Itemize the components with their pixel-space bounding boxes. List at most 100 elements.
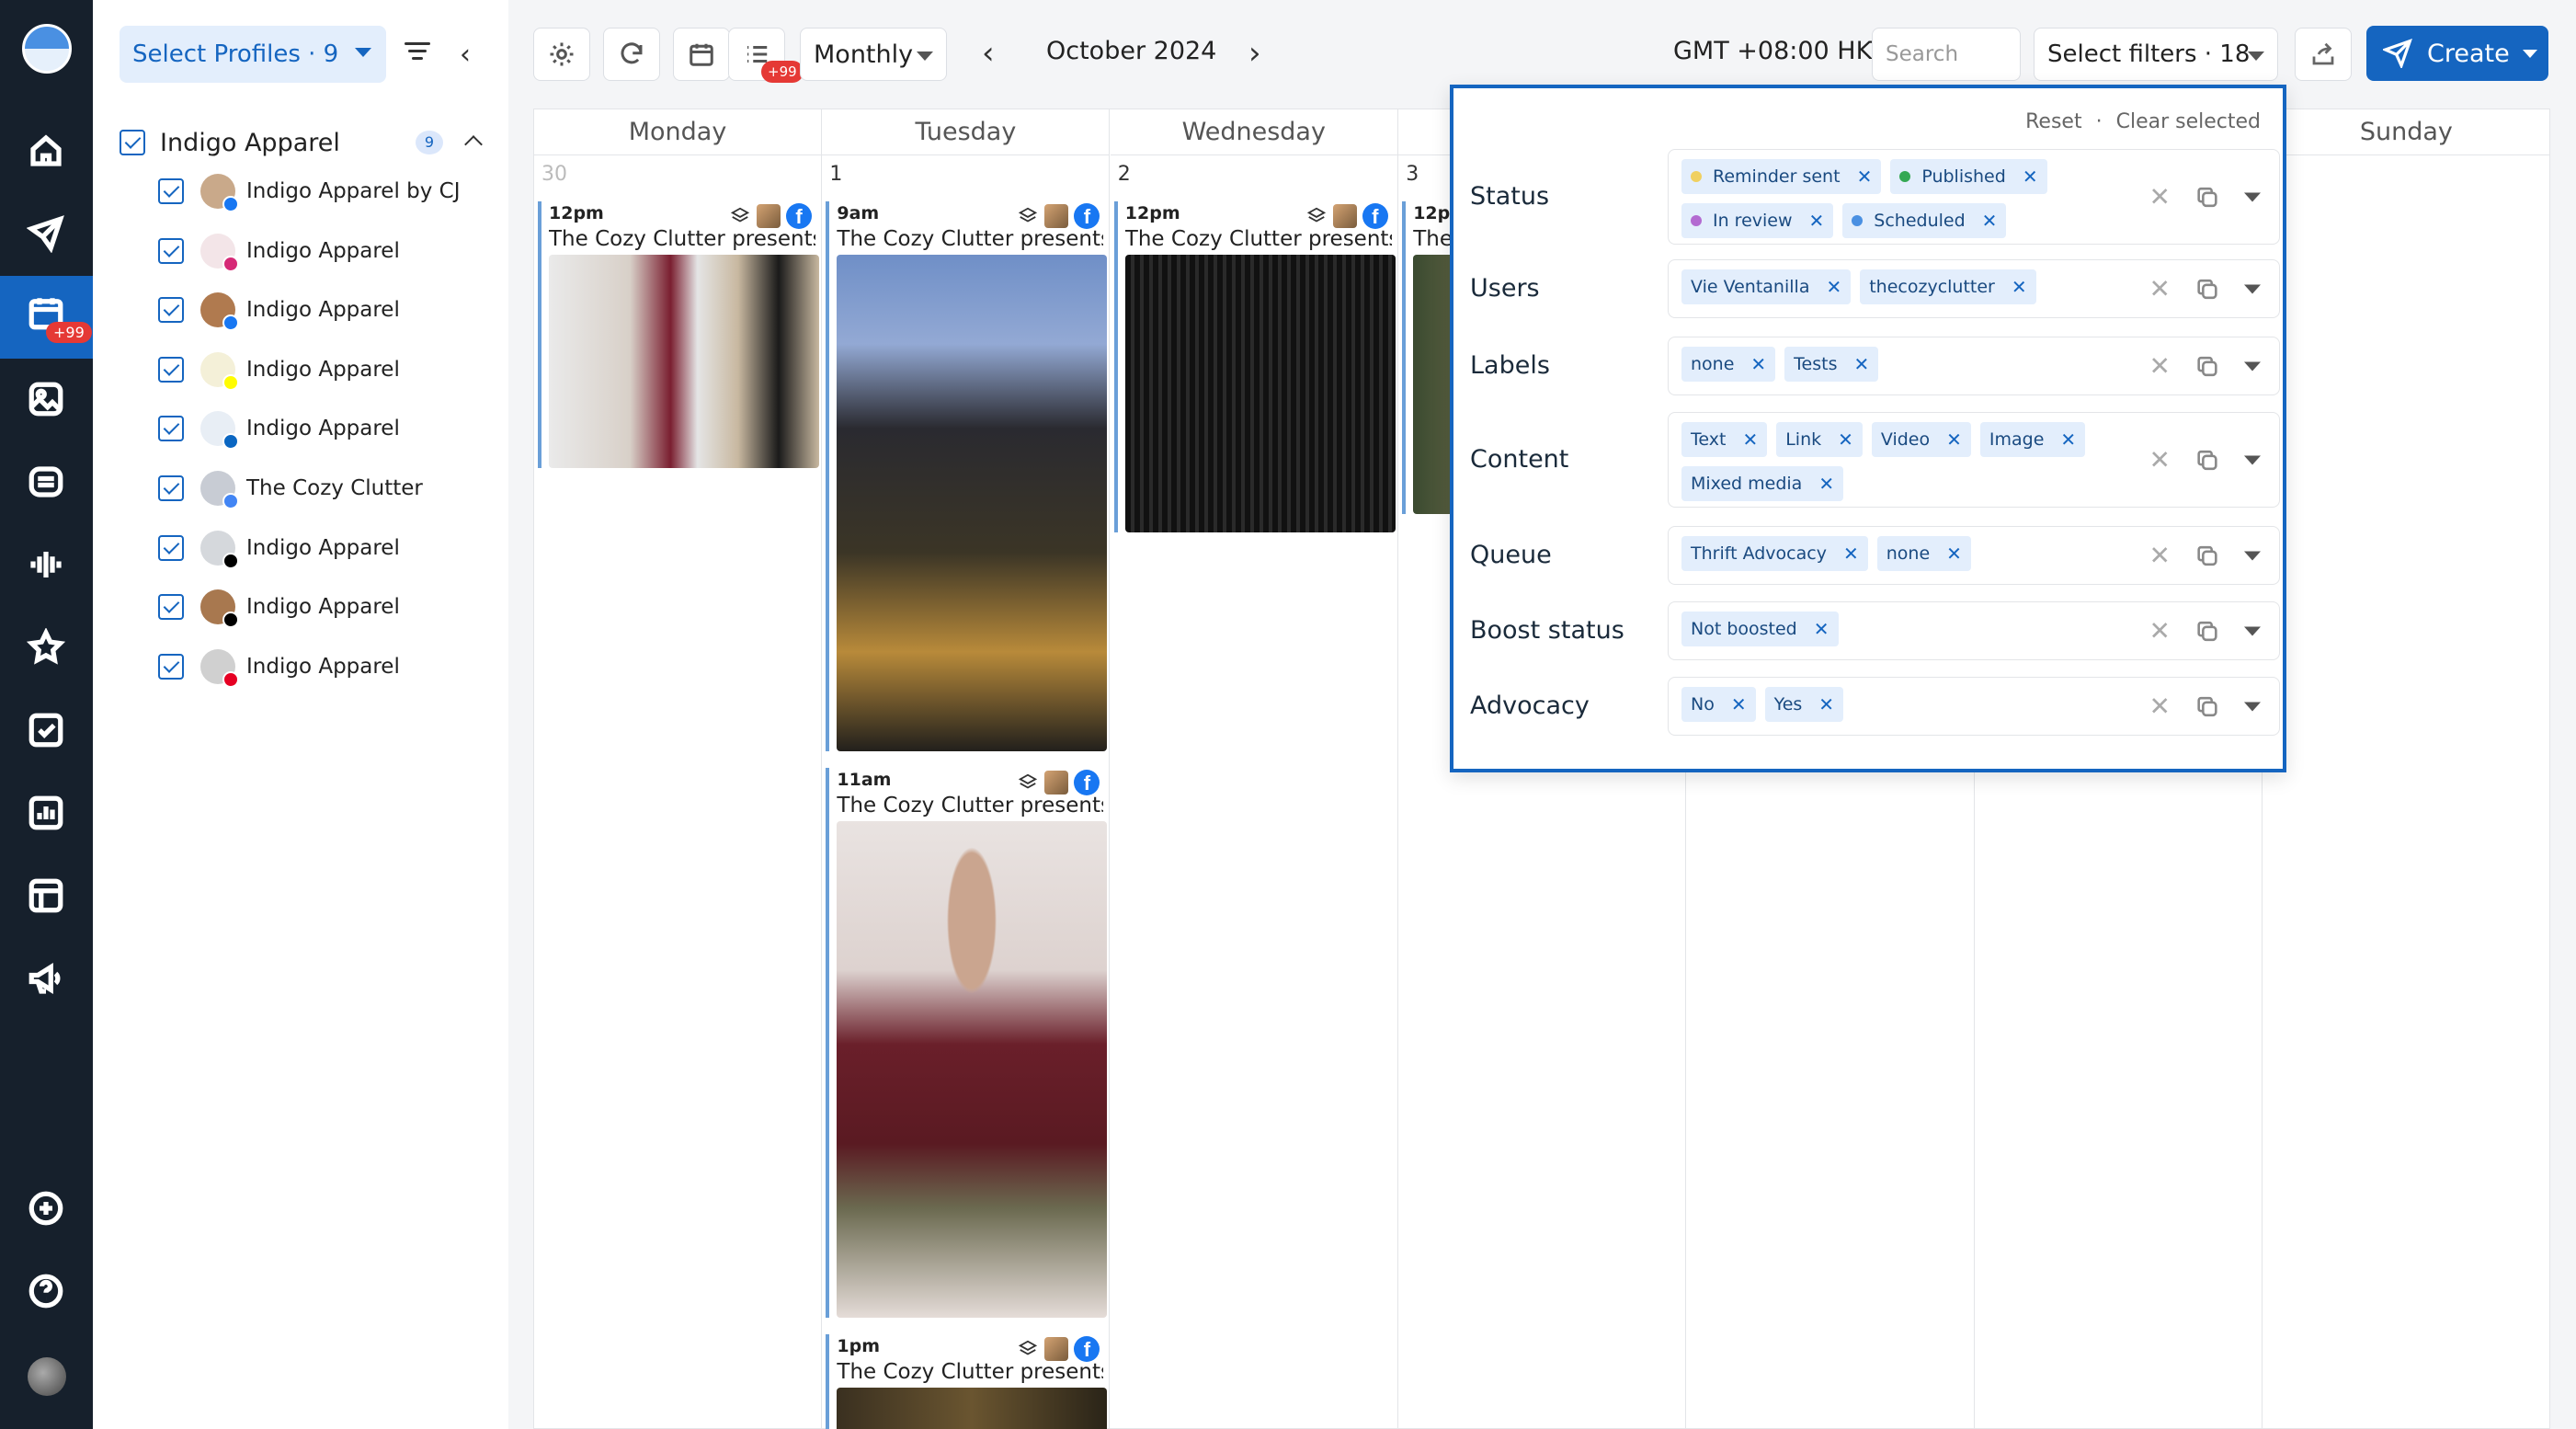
remove-chip-icon[interactable]: ✕ [1982, 210, 1998, 232]
caret-down-icon[interactable] [2244, 192, 2261, 201]
remove-chip-icon[interactable]: ✕ [2023, 166, 2038, 188]
profile-checkbox[interactable] [158, 178, 184, 204]
profile-row[interactable]: Indigo Apparel [158, 530, 400, 569]
remove-chip-icon[interactable]: ✕ [1843, 543, 1859, 565]
profile-checkbox[interactable] [158, 416, 184, 442]
next-month-button[interactable]: › [1248, 35, 1261, 72]
remove-chip-icon[interactable]: ✕ [1814, 618, 1829, 640]
profile-row[interactable]: Indigo Apparel by CJ [158, 173, 461, 212]
profile-checkbox[interactable] [158, 534, 184, 561]
remove-chip-icon[interactable]: ✕ [1750, 353, 1766, 375]
caret-down-icon[interactable] [2244, 455, 2261, 464]
calendar-view-button[interactable] [673, 28, 730, 81]
listening-icon[interactable] [24, 543, 68, 587]
filter-select-box[interactable]: Reminder sent ✕ Published ✕ In review ✕ Schedu… [1668, 149, 2280, 245]
help-icon[interactable] [24, 1269, 68, 1313]
refresh-button[interactable] [603, 28, 660, 81]
post-card[interactable]: 11am f The Cozy Clutter presents... [826, 768, 1108, 1318]
view-mode-select[interactable]: Monthly [800, 28, 947, 81]
remove-chip-icon[interactable]: ✕ [1742, 429, 1758, 451]
remove-chip-icon[interactable]: ✕ [1731, 693, 1747, 715]
remove-chip-icon[interactable]: ✕ [1838, 429, 1853, 451]
profile-row[interactable]: Indigo Apparel [158, 589, 400, 629]
profile-checkbox[interactable] [158, 475, 184, 501]
copy-icon[interactable] [2194, 447, 2220, 473]
clear-row-icon[interactable]: ✕ [2149, 541, 2171, 571]
search-input[interactable]: Search [1872, 28, 2021, 81]
reset-button[interactable]: Reset [2025, 110, 2081, 133]
profile-checkbox[interactable] [158, 297, 184, 324]
copy-icon[interactable] [2194, 276, 2220, 302]
remove-chip-icon[interactable]: ✕ [1818, 473, 1834, 495]
share-button[interactable] [2295, 28, 2352, 81]
caret-down-icon[interactable] [2244, 284, 2261, 293]
profile-row[interactable]: Indigo Apparel [158, 233, 400, 272]
day-column[interactable]: 2 12pm f The Cozy Clutter presents... [1111, 155, 1398, 1429]
inbox-icon[interactable] [24, 460, 68, 504]
select-filters-dropdown[interactable]: Select filters · 18 [2034, 28, 2278, 81]
settings-button[interactable] [533, 28, 590, 81]
day-column[interactable] [2263, 155, 2551, 1429]
copy-icon[interactable] [2194, 693, 2220, 719]
clear-row-icon[interactable]: ✕ [2149, 182, 2171, 212]
post-card[interactable]: 1pm f The Cozy Clutter presents... [826, 1334, 1108, 1429]
filter-select-box[interactable]: Vie Ventanilla ✕ thecozyclutter ✕ ✕ [1668, 259, 2280, 318]
copy-icon[interactable] [2194, 353, 2220, 379]
remove-chip-icon[interactable]: ✕ [1854, 353, 1870, 375]
filter-select-box[interactable]: No ✕ Yes ✕ ✕ [1668, 677, 2280, 736]
caret-down-icon[interactable] [2244, 702, 2261, 711]
remove-chip-icon[interactable]: ✕ [1809, 210, 1825, 232]
user-avatar[interactable] [28, 1357, 66, 1396]
filter-select-box[interactable]: Not boosted ✕ ✕ [1668, 601, 2280, 660]
clear-row-icon[interactable]: ✕ [2149, 274, 2171, 304]
profile-checkbox[interactable] [158, 594, 184, 621]
day-column[interactable]: 30 12pm f The Cozy Clutter presents... [534, 155, 822, 1429]
prev-month-button[interactable]: ‹ [982, 35, 995, 72]
timezone-label[interactable]: GMT +08:00 HKT [1673, 37, 1886, 65]
profile-row[interactable]: Indigo Apparel [158, 292, 400, 332]
profile-checkbox[interactable] [158, 237, 184, 264]
analytics-icon[interactable] [24, 791, 68, 835]
remove-chip-icon[interactable]: ✕ [2012, 276, 2027, 298]
profile-row[interactable]: The Cozy Clutter [158, 470, 423, 509]
remove-chip-icon[interactable]: ✕ [1826, 276, 1841, 298]
clear-row-icon[interactable]: ✕ [2149, 616, 2171, 646]
copy-icon[interactable] [2194, 618, 2220, 644]
chevron-up-icon[interactable] [462, 127, 489, 158]
caret-down-icon[interactable] [2244, 361, 2261, 371]
group-checkbox[interactable] [120, 130, 145, 155]
profile-row[interactable]: Indigo Apparel [158, 648, 400, 688]
day-column[interactable]: 1 9am f The Cozy Clutter presents... 11am f Th… [822, 155, 1111, 1429]
collapse-panel-icon[interactable]: ‹ [460, 39, 471, 71]
remove-chip-icon[interactable]: ✕ [1818, 693, 1834, 715]
tasks-icon[interactable] [24, 708, 68, 752]
post-card[interactable]: 12pm fThe Cozy Clutter presents... [1113, 201, 1396, 532]
clear-row-icon[interactable]: ✕ [2149, 692, 2171, 722]
clear-row-icon[interactable]: ✕ [2149, 445, 2171, 475]
caret-down-icon[interactable] [2244, 551, 2261, 560]
caret-down-icon[interactable] [2244, 626, 2261, 635]
filter-select-box[interactable]: Thrift Advocacy ✕ none ✕ ✕ [1668, 526, 2280, 585]
layout-icon[interactable] [24, 874, 68, 918]
clear-selected-button[interactable]: Clear selected [2116, 110, 2261, 133]
copy-icon[interactable] [2194, 184, 2220, 210]
send-icon[interactable] [24, 211, 68, 256]
profile-checkbox[interactable] [158, 356, 184, 383]
filter-icon[interactable] [405, 42, 430, 63]
profile-group-row[interactable]: Indigo Apparel 9 [120, 127, 487, 158]
home-icon[interactable] [24, 129, 68, 173]
clear-row-icon[interactable]: ✕ [2149, 351, 2171, 382]
remove-chip-icon[interactable]: ✕ [1946, 429, 1962, 451]
remove-chip-icon[interactable]: ✕ [2060, 429, 2076, 451]
filter-select-box[interactable]: Text ✕ Link ✕ Video ✕ Image ✕ Mixed media ✕ ✕ [1668, 412, 2280, 508]
post-card[interactable]: 12pm fThe Cozy Clutter presents... [538, 201, 819, 468]
profile-row[interactable]: Indigo Apparel [158, 410, 400, 451]
create-button[interactable]: Create [2366, 26, 2548, 81]
app-logo[interactable] [22, 24, 72, 74]
filter-select-box[interactable]: none ✕ Tests ✕ ✕ [1668, 337, 2280, 395]
select-profiles-dropdown[interactable]: Select Profiles · 9 [120, 26, 386, 83]
profile-checkbox[interactable] [158, 653, 184, 680]
copy-icon[interactable] [2194, 543, 2220, 568]
caret-down-icon[interactable] [2523, 50, 2537, 58]
remove-chip-icon[interactable]: ✕ [1946, 543, 1962, 565]
